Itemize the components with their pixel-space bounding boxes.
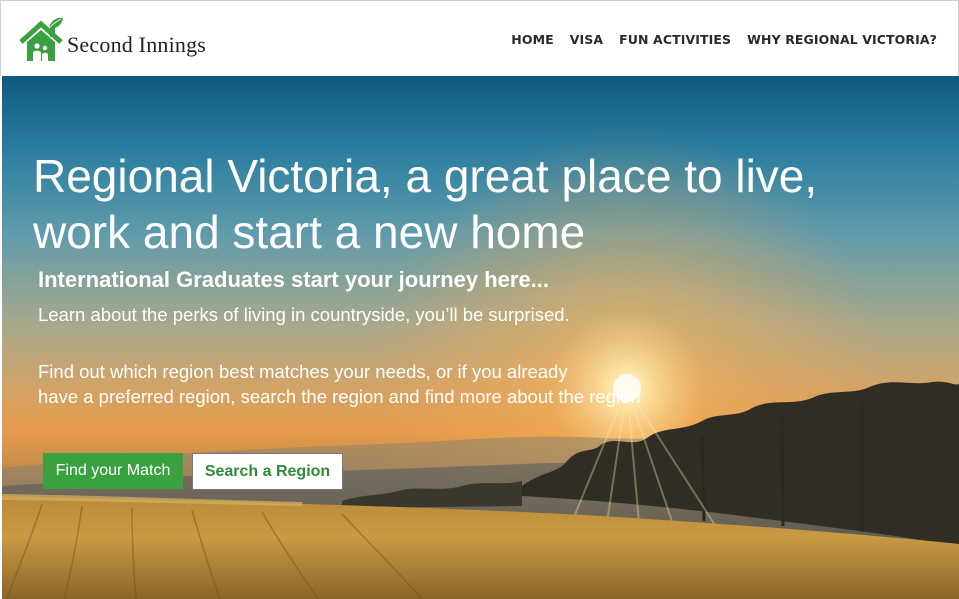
nav-fun-activities[interactable]: FUN ACTIVITIES xyxy=(619,32,731,47)
hero-description-line-2: have a preferred region, search the regi… xyxy=(38,386,641,407)
hero-section: Regional Victoria, a great place to live… xyxy=(2,76,959,599)
logo[interactable]: Second Innings xyxy=(19,15,206,65)
brand-name: Second Innings xyxy=(67,32,207,57)
hero-title-line-2: work and start a new home xyxy=(33,206,586,258)
nav-why-regional-victoria[interactable]: WHY REGIONAL VICTORIA? xyxy=(747,32,937,47)
nav-home[interactable]: HOME xyxy=(511,32,553,47)
hero-title-line-1: Regional Victoria, a great place to live… xyxy=(33,150,818,202)
hero-intro-text: Learn about the perks of living in count… xyxy=(38,304,570,325)
hero-title: Regional Victoria, a great place to live… xyxy=(33,148,913,260)
site-header: Second Innings HOME VISA FUN ACTIVITIES … xyxy=(0,0,959,76)
hero-description-line-1: Find out which region best matches your … xyxy=(38,361,568,382)
nav-visa[interactable]: VISA xyxy=(570,32,603,47)
search-region-button[interactable]: Search a Region xyxy=(192,453,343,490)
hero-subtitle: International Graduates start your journ… xyxy=(38,267,550,292)
hero-description: Find out which region best matches your … xyxy=(38,359,738,409)
house-leaf-icon xyxy=(19,17,63,61)
find-your-match-button[interactable]: Find your Match xyxy=(43,453,183,489)
main-nav: HOME VISA FUN ACTIVITIES WHY REGIONAL VI… xyxy=(511,32,937,47)
